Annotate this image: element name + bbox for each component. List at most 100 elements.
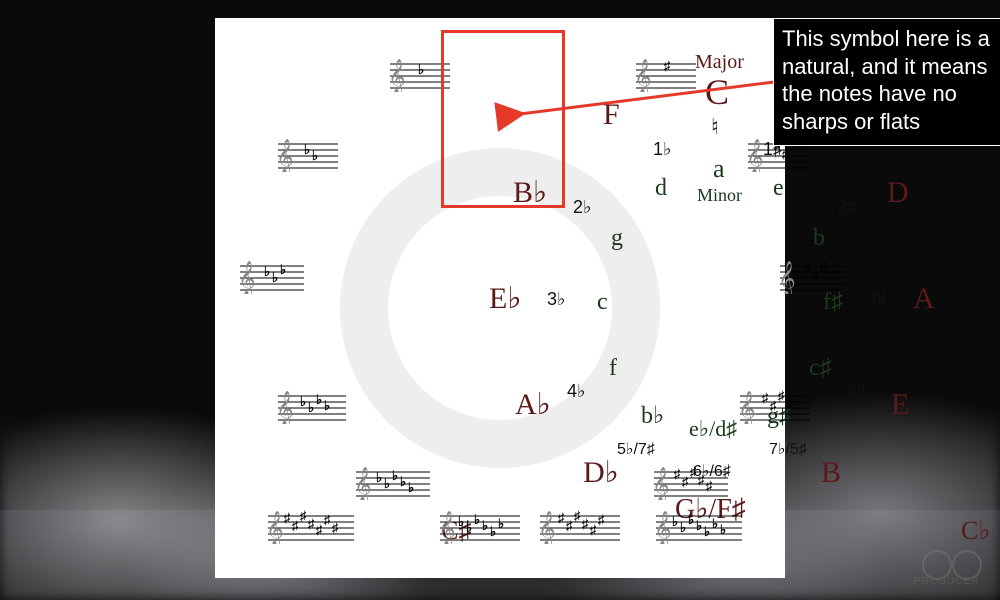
svg-text:♭: ♭	[458, 514, 464, 529]
natural-symbol: ♮	[711, 116, 719, 138]
svg-text:𝄞: 𝄞	[240, 261, 256, 294]
acc-3b: 3♭	[547, 290, 566, 308]
acc-1b: 1♭	[653, 140, 672, 158]
svg-text:𝄞: 𝄞	[440, 511, 456, 544]
svg-text:♭: ♭	[466, 520, 472, 535]
svg-text:♭: ♭	[384, 476, 390, 491]
svg-text:𝄞: 𝄞	[740, 391, 756, 424]
staff-Ab: 𝄞♭♭♭♭	[278, 390, 346, 424]
svg-text:♯: ♯	[590, 522, 597, 537]
svg-text:𝄞: 𝄞	[656, 511, 672, 544]
svg-text:♭: ♭	[712, 516, 718, 531]
svg-text:♭: ♭	[672, 514, 678, 529]
svg-text:♭: ♭	[704, 524, 710, 539]
minor-a: a	[713, 156, 725, 182]
svg-text:♭: ♭	[688, 512, 694, 527]
major-Ab: A♭	[515, 390, 551, 420]
svg-text:♯: ♯	[674, 466, 681, 481]
staff-Bb: 𝄞♭♭	[278, 138, 338, 172]
svg-text:♭: ♭	[400, 474, 406, 489]
major-D: D	[887, 178, 909, 208]
svg-text:♯: ♯	[574, 510, 581, 523]
svg-text:♯: ♯	[690, 466, 697, 479]
svg-text:♯: ♯	[566, 518, 573, 533]
svg-text:𝄞: 𝄞	[278, 139, 294, 172]
svg-text:♯: ♯	[778, 390, 785, 403]
svg-text:♭: ♭	[300, 394, 306, 409]
svg-text:𝄞: 𝄞	[636, 59, 652, 92]
callout-box: This symbol here is a natural, and it me…	[773, 18, 1000, 146]
svg-text:𝄞: 𝄞	[780, 261, 796, 294]
staff-E: 𝄞♯♯♯♯	[740, 390, 810, 424]
svg-text:♭: ♭	[304, 142, 310, 157]
svg-text:𝄞: 𝄞	[540, 511, 556, 544]
svg-text:♯: ♯	[782, 146, 789, 161]
acc-2s: 2♯	[837, 198, 856, 216]
minor-f: f	[609, 356, 617, 380]
svg-text:♯: ♯	[332, 520, 339, 535]
staff-A: 𝄞♯♯♯	[780, 260, 844, 294]
svg-text:♯: ♯	[820, 260, 827, 273]
label-major: Major	[695, 52, 744, 72]
svg-text:♯: ♯	[582, 516, 589, 531]
minor-b: b	[813, 226, 825, 250]
acc-7b5s: 7♭/5♯	[769, 442, 807, 458]
callout-text: This symbol here is a natural, and it me…	[782, 26, 990, 134]
svg-text:♯: ♯	[786, 396, 793, 411]
svg-text:𝄞: 𝄞	[390, 59, 406, 92]
svg-text:𝄞: 𝄞	[356, 467, 372, 500]
svg-text:♯: ♯	[812, 268, 819, 283]
svg-text:♯: ♯	[706, 478, 713, 493]
svg-text:♯: ♯	[308, 516, 315, 531]
major-A: A	[913, 284, 935, 314]
svg-text:𝄞: 𝄞	[268, 511, 284, 544]
svg-text:♯: ♯	[558, 510, 565, 525]
svg-text:♯: ♯	[316, 522, 323, 537]
svg-text:♯: ♯	[682, 474, 689, 489]
svg-text:♭: ♭	[308, 400, 314, 415]
svg-text:♭: ♭	[392, 468, 398, 483]
major-Eb: E♭	[489, 284, 521, 314]
svg-text:♯: ♯	[664, 58, 671, 73]
major-F: F	[603, 100, 620, 130]
svg-text:♭: ♭	[720, 522, 726, 537]
minor-d: d	[655, 176, 667, 200]
major-C: C	[705, 74, 729, 110]
svg-text:♭: ♭	[408, 480, 414, 495]
svg-text:♯: ♯	[284, 510, 291, 525]
major-Cb: C♭	[961, 518, 991, 544]
svg-text:♭: ♭	[474, 512, 480, 527]
acc-5b7s: 5♭/7♯	[617, 442, 655, 458]
acc-4b: 4♭	[567, 382, 586, 400]
svg-text:♭: ♭	[280, 262, 286, 277]
label-minor: Minor	[697, 186, 742, 204]
svg-text:♭: ♭	[680, 520, 686, 535]
svg-text:♯: ♯	[698, 472, 705, 487]
svg-text:♭: ♭	[482, 518, 488, 533]
staff-Cs: 𝄞♯♯♯♯♯♯♯	[268, 510, 354, 544]
minor-bb: b♭	[641, 404, 664, 428]
minor-cs: c♯	[809, 356, 832, 380]
watermark-logo: PRODUCER	[914, 546, 992, 594]
svg-text:♯: ♯	[598, 512, 605, 527]
minor-c: c	[597, 290, 608, 314]
major-Db: D♭	[583, 458, 619, 488]
acc-3s: 3♯	[867, 290, 886, 308]
staff-B: 𝄞♯♯♯♯♯	[654, 466, 728, 500]
acc-4s: 4♯	[847, 382, 866, 400]
major-E: E	[891, 390, 909, 420]
svg-text:♯: ♯	[770, 398, 777, 413]
staff-Gb: 𝄞♭♭♭♭♭♭	[440, 510, 520, 544]
major-B: B	[821, 458, 841, 488]
acc-2b: 2♭	[573, 198, 592, 216]
svg-text:𝄞: 𝄞	[654, 467, 670, 500]
svg-text:♯: ♯	[300, 510, 307, 523]
svg-text:♭: ♭	[264, 264, 270, 279]
minor-e: e	[773, 176, 784, 200]
svg-text:♯: ♯	[762, 390, 769, 405]
svg-text:♭: ♭	[324, 398, 330, 413]
svg-text:♭: ♭	[490, 524, 496, 539]
svg-text:♯: ♯	[324, 512, 331, 527]
svg-text:♭: ♭	[376, 470, 382, 485]
svg-text:♯: ♯	[804, 260, 811, 275]
